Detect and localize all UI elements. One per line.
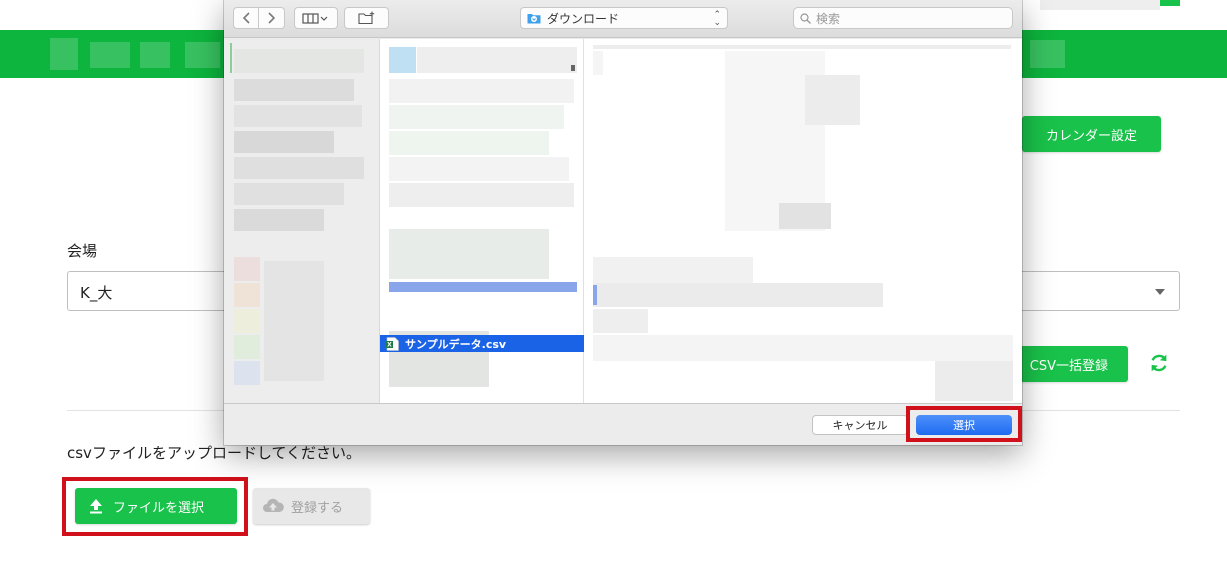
header-user-area bbox=[1040, 0, 1160, 10]
sidebar-pixel bbox=[234, 257, 260, 281]
sidebar-pixel bbox=[234, 283, 260, 307]
file-pixel bbox=[389, 282, 577, 292]
refresh-icon[interactable] bbox=[1148, 352, 1170, 374]
dialog-footer: キャンセル 選択 bbox=[224, 403, 1022, 445]
header-user-blurred bbox=[1030, 40, 1065, 68]
header-logo-blurred bbox=[50, 38, 78, 70]
upload-instruction: csvファイルをアップロードしてください。 bbox=[67, 444, 362, 462]
search-input[interactable]: 検索 bbox=[793, 7, 1013, 29]
file-pixel bbox=[389, 131, 549, 155]
preview-pixel bbox=[593, 335, 1013, 361]
selected-file-row[interactable]: X サンプルデータ.csv bbox=[380, 335, 584, 352]
sidebar-pixel bbox=[230, 43, 232, 73]
upload-icon bbox=[90, 499, 102, 514]
file-select-button[interactable]: ファイルを選択 bbox=[75, 488, 237, 524]
file-pixel bbox=[389, 229, 549, 279]
header-nav-blurred bbox=[90, 42, 130, 68]
location-label: ダウンロード bbox=[547, 11, 620, 26]
view-mode-button[interactable] bbox=[294, 7, 338, 29]
cloud-upload-icon bbox=[263, 498, 284, 512]
header-status-indicator bbox=[1160, 0, 1180, 6]
chevron-left-icon bbox=[242, 12, 250, 24]
header-nav-blurred bbox=[185, 42, 220, 68]
header-nav-blurred bbox=[140, 42, 170, 68]
cancel-button[interactable]: キャンセル bbox=[812, 415, 908, 435]
sidebar-pixel bbox=[234, 157, 364, 179]
sidebar-pixel bbox=[234, 309, 260, 333]
calendar-settings-button[interactable]: カレンダー設定 bbox=[1022, 116, 1161, 152]
preview-pixel bbox=[593, 309, 648, 333]
new-folder-icon bbox=[357, 11, 374, 25]
file-pixel bbox=[389, 157, 569, 181]
preview-pixel bbox=[593, 257, 753, 283]
column-view-icon bbox=[302, 13, 328, 24]
sidebar-pixel bbox=[234, 361, 260, 385]
sidebar-pixel bbox=[234, 335, 260, 359]
search-icon bbox=[800, 12, 811, 24]
sidebar-pixel bbox=[264, 261, 324, 381]
selected-file-name: サンプルデータ.csv bbox=[405, 337, 507, 351]
chevron-down-icon bbox=[1155, 289, 1165, 295]
dialog-browser: X サンプルデータ.csv bbox=[224, 39, 1022, 403]
preview-pixel bbox=[805, 75, 860, 125]
preview-pixel bbox=[593, 45, 1011, 49]
venue-label: 会場 bbox=[67, 242, 98, 260]
file-pixel bbox=[389, 47, 416, 73]
sidebar-pixel bbox=[234, 183, 344, 205]
chevron-right-icon bbox=[267, 12, 275, 24]
sidebar-pixel bbox=[234, 105, 362, 127]
nav-back-forward bbox=[233, 7, 285, 29]
updown-chevron-icon: ⌃ ⌄ bbox=[713, 10, 721, 28]
sidebar-pixel bbox=[234, 131, 334, 153]
venue-selected-value: K_大 bbox=[80, 284, 113, 302]
file-open-dialog: ダウンロード ⌃ ⌄ 検索 X サンプルデータ.csv キャンセル 選択 bbox=[224, 0, 1022, 445]
back-button[interactable] bbox=[233, 7, 259, 29]
svg-text:X: X bbox=[387, 341, 392, 348]
file-pixel bbox=[389, 79, 574, 103]
file-pixel bbox=[389, 105, 564, 129]
new-folder-button[interactable] bbox=[344, 7, 389, 29]
preview-pixel bbox=[779, 203, 831, 229]
sidebar-pixel bbox=[234, 79, 354, 101]
sidebar-pixel bbox=[234, 49, 364, 73]
preview-pixel bbox=[593, 51, 603, 75]
finder-sidebar[interactable] bbox=[224, 39, 380, 403]
preview-pixel bbox=[935, 361, 1013, 401]
file-pixel bbox=[417, 47, 577, 73]
file-select-button-label: ファイルを選択 bbox=[113, 500, 205, 516]
preview-column bbox=[585, 39, 1022, 403]
location-popup[interactable]: ダウンロード ⌃ ⌄ bbox=[520, 7, 728, 29]
dialog-toolbar: ダウンロード ⌃ ⌄ 検索 bbox=[224, 0, 1022, 38]
search-placeholder: 検索 bbox=[816, 11, 841, 26]
sidebar-pixel bbox=[234, 209, 324, 231]
register-button[interactable]: 登録する bbox=[253, 488, 370, 524]
preview-pixel bbox=[593, 285, 597, 305]
highlight-box-select-button bbox=[906, 406, 1022, 442]
downloads-folder-icon bbox=[527, 14, 541, 24]
spreadsheet-file-icon: X bbox=[386, 336, 399, 351]
register-button-label: 登録する bbox=[291, 500, 344, 516]
forward-button[interactable] bbox=[259, 7, 285, 29]
file-pixel bbox=[389, 183, 574, 207]
preview-pixel bbox=[593, 283, 883, 307]
disclosure-arrow-icon bbox=[571, 65, 575, 71]
